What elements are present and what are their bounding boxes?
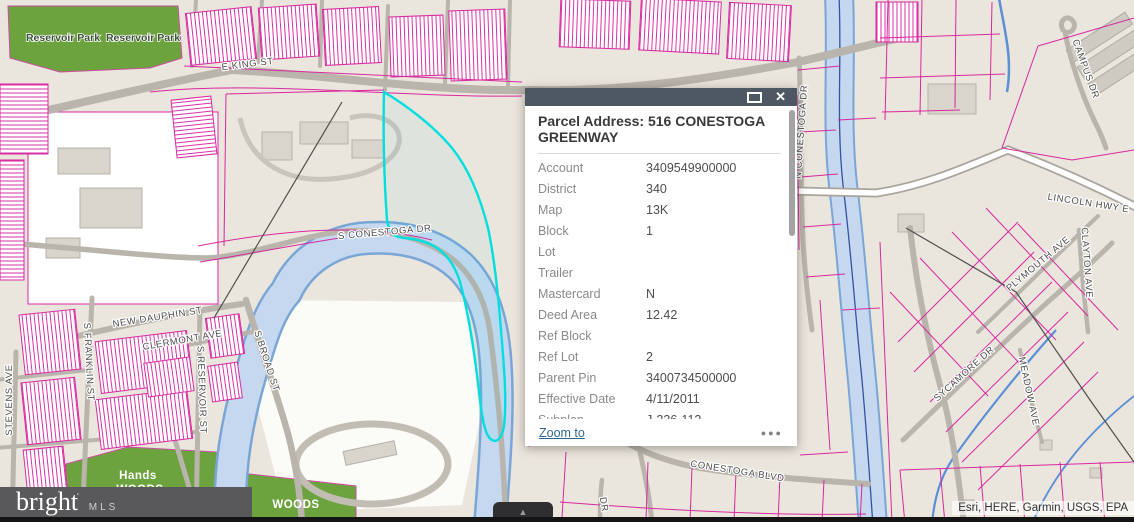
field-row: Block1 [538, 224, 781, 245]
dock-icon[interactable] [747, 92, 762, 103]
popup-title: Parcel Address: 516 CONESTOGA GREENWAY [538, 113, 781, 145]
zoom-to-link[interactable]: Zoom to [539, 426, 585, 440]
brightmls-logo-suffix: MLS [89, 502, 119, 513]
field-label: Ref Lot [538, 350, 646, 364]
conestoga-blvd-label: CONESTOGA BLVD [690, 459, 786, 485]
field-value: 4/11/2011 [646, 392, 700, 406]
field-value: 12.42 [646, 308, 677, 322]
meadow-ave-label: MEADOW AVE [1016, 356, 1041, 427]
field-row: Trailer [538, 266, 781, 287]
field-label: District [538, 182, 646, 196]
field-value: 2 [646, 350, 653, 364]
field-row: Map13K [538, 203, 781, 224]
field-row: Account3409549900000 [538, 161, 781, 182]
field-label: Block [538, 224, 646, 238]
map-attribution: Esri, HERE, Garmin, USGS, EPA [952, 501, 1134, 515]
hands-woods-label: Hands [119, 470, 157, 482]
field-row: Deed Area12.42 [538, 308, 781, 329]
field-value: 13K [646, 203, 668, 217]
field-row: District340 [538, 182, 781, 203]
field-label: Mastercard [538, 287, 646, 301]
brightmls-logo-text: bright [16, 487, 78, 517]
parcel-popup: ✕ Parcel Address: 516 CONESTOGA GREENWAY… [525, 88, 797, 446]
bottom-bar [0, 517, 1134, 522]
field-row: Ref Lot2 [538, 350, 781, 371]
reservoir-park-label: Reservoir Park [26, 32, 100, 44]
more-options-icon[interactable]: ●●● [761, 428, 783, 438]
field-row: Ref Block [538, 329, 781, 350]
field-value: N [646, 287, 655, 301]
close-icon[interactable]: ✕ [775, 90, 786, 104]
plymouth-ave-label: PLYMOUTH AVE [1004, 234, 1072, 294]
field-value: 3400734500000 [646, 371, 736, 385]
field-label: Map [538, 203, 646, 217]
field-label: Trailer [538, 266, 646, 280]
field-label: Parent Pin [538, 371, 646, 385]
field-row: Lot [538, 245, 781, 266]
field-row: Parent Pin3400734500000 [538, 371, 781, 392]
popup-header: ✕ [525, 88, 797, 106]
map-application: Reservoir Park Reservoir Park E KING ST … [0, 0, 1134, 522]
field-value: 1 [646, 224, 653, 238]
stevens-ave-label: STEVENS AVE [4, 364, 15, 435]
new-dauphin-st-label: NEW DAUPHIN ST [112, 305, 203, 330]
popup-footer: Zoom to ●●● [525, 419, 797, 446]
popup-fields: Account3409549900000District340Map13KBlo… [538, 161, 781, 434]
field-label: Deed Area [538, 308, 646, 322]
field-row: MastercardN [538, 287, 781, 308]
brightmls-logo: brightʾ MLS [0, 487, 252, 517]
popup-body: Parcel Address: 516 CONESTOGA GREENWAY A… [525, 106, 797, 434]
woods-label: WOODS [272, 499, 319, 511]
divider [538, 153, 781, 154]
caret-up-icon: ▲ [519, 508, 528, 517]
field-value: 3409549900000 [646, 161, 736, 175]
field-value: 340 [646, 182, 667, 196]
popup-scrollbar[interactable] [789, 110, 795, 236]
field-label: Ref Block [538, 329, 646, 343]
flame-icon: ʾ [76, 492, 80, 504]
field-label: Lot [538, 245, 646, 259]
reservoir-park-label: Reservoir Park [106, 32, 180, 44]
field-row: Effective Date4/11/2011 [538, 392, 781, 413]
field-label: Effective Date [538, 392, 646, 406]
field-label: Account [538, 161, 646, 175]
